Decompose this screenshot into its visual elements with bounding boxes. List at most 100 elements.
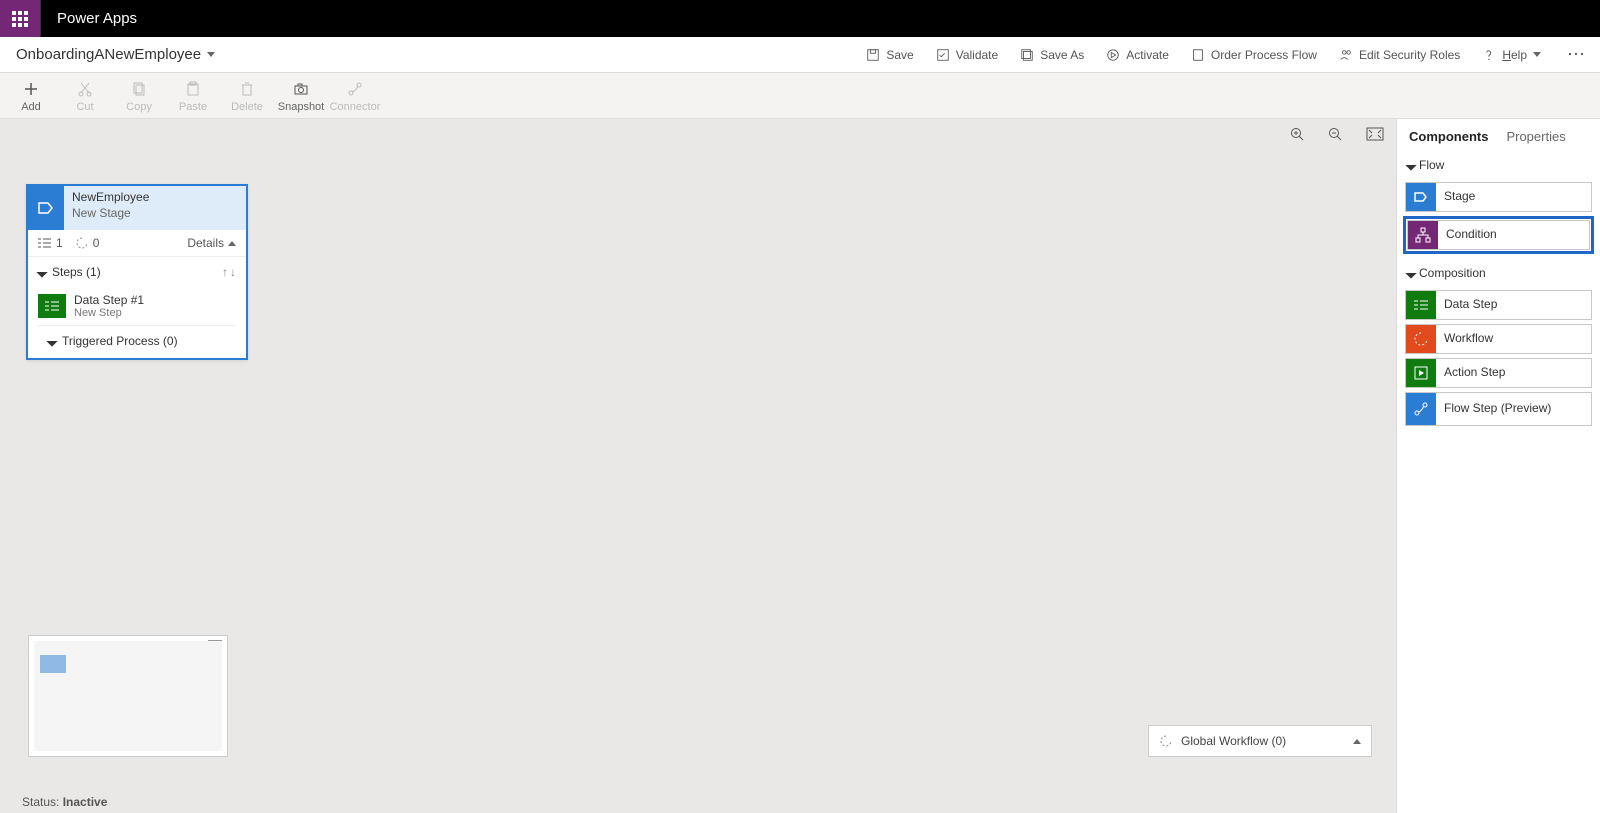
waffle-icon: [12, 11, 28, 27]
stage-icon: [1406, 183, 1436, 211]
component-data-step[interactable]: Data Step: [1405, 290, 1592, 320]
chevron-up-icon: [1353, 739, 1361, 744]
stage-icon: [28, 186, 64, 230]
global-workflow-bar[interactable]: Global Workflow (0): [1148, 725, 1372, 757]
triangle-icon: [36, 266, 47, 277]
group-flow-header[interactable]: Flow: [1405, 152, 1592, 178]
help-button[interactable]: Help: [1482, 48, 1541, 62]
delete-button[interactable]: Delete: [220, 79, 274, 113]
canvas-controls: [1290, 127, 1384, 146]
move-down-icon[interactable]: ↓: [230, 265, 236, 279]
more-button[interactable]: ⋯: [1563, 44, 1590, 65]
component-stage-label: Stage: [1436, 190, 1483, 204]
workflow-icon: [1406, 325, 1436, 353]
save-button[interactable]: Save: [866, 48, 913, 62]
component-workflow-label: Workflow: [1436, 332, 1501, 346]
app-launcher-button[interactable]: [0, 0, 40, 37]
step-sub: New Step: [74, 307, 144, 319]
main-area: NewEmployee New Stage 1 0 Details: [0, 119, 1600, 813]
status-bar: Status: Inactive: [22, 795, 107, 809]
side-tabs: Components Properties: [1397, 119, 1600, 152]
group-flow-label: Flow: [1419, 158, 1444, 172]
stage-entity: NewEmployee: [72, 190, 149, 206]
stage-name: New Stage: [72, 206, 149, 222]
delete-label: Delete: [220, 101, 274, 113]
component-data-step-label: Data Step: [1436, 298, 1505, 312]
flow-name-dropdown[interactable]: OnboardingANewEmployee: [16, 46, 215, 63]
triggered-label: Triggered Process (0): [62, 334, 178, 348]
copy-icon: [131, 81, 147, 97]
save-as-icon: [1020, 48, 1034, 62]
order-icon: [1191, 48, 1205, 62]
cut-button[interactable]: Cut: [58, 79, 112, 113]
help-label: Help: [1502, 48, 1527, 62]
save-icon: [866, 48, 880, 62]
group-composition-label: Composition: [1419, 266, 1486, 280]
tab-properties[interactable]: Properties: [1506, 129, 1565, 144]
side-body: Flow Stage Condition Composition Data St…: [1397, 152, 1600, 430]
refresh-icon: [1159, 734, 1173, 748]
component-workflow[interactable]: Workflow: [1405, 324, 1592, 354]
paste-icon: [185, 81, 201, 97]
group-composition-header[interactable]: Composition: [1405, 260, 1592, 286]
zoom-out-button[interactable]: [1328, 127, 1344, 146]
component-condition[interactable]: Condition: [1407, 220, 1590, 250]
chevron-down-icon: [1533, 52, 1541, 57]
chevron-down-icon: [207, 52, 215, 57]
step-item[interactable]: Data Step #1 New Step: [28, 287, 246, 325]
refresh-icon: [75, 236, 89, 250]
edit-security-button[interactable]: Edit Security Roles: [1339, 48, 1460, 62]
paste-button[interactable]: Paste: [166, 79, 220, 113]
triangle-icon: [46, 335, 57, 346]
zoom-in-button[interactable]: [1290, 127, 1306, 146]
copy-button[interactable]: Copy: [112, 79, 166, 113]
edit-toolbar: Add Cut Copy Paste Delete Snapshot Conne…: [0, 73, 1600, 119]
side-panel: Components Properties Flow Stage Conditi…: [1396, 119, 1600, 813]
data-step-icon: [38, 294, 66, 318]
help-icon: [1482, 48, 1496, 62]
security-label: Edit Security Roles: [1359, 48, 1460, 62]
data-step-icon: [1406, 291, 1436, 319]
details-toggle[interactable]: Details: [187, 236, 236, 250]
component-condition-selected: Condition: [1403, 216, 1594, 254]
fit-icon: [1366, 127, 1384, 141]
canvas[interactable]: NewEmployee New Stage 1 0 Details: [0, 119, 1396, 813]
minimap[interactable]: [28, 635, 228, 757]
connector-label: Connector: [328, 101, 382, 113]
component-flow-step-label: Flow Step (Preview): [1436, 402, 1559, 416]
flow-step-icon: [1406, 393, 1436, 425]
condition-icon: [1408, 221, 1438, 249]
activate-button[interactable]: Activate: [1106, 48, 1169, 62]
add-button[interactable]: Add: [4, 79, 58, 113]
fit-screen-button[interactable]: [1366, 127, 1384, 146]
titlebar: Power Apps: [0, 0, 1600, 37]
stage-card[interactable]: NewEmployee New Stage 1 0 Details: [26, 184, 248, 360]
steps-section-header[interactable]: Steps (1) ↑ ↓: [28, 257, 246, 287]
camera-icon: [293, 81, 309, 97]
snapshot-label: Snapshot: [274, 101, 328, 113]
order-process-flow-button[interactable]: Order Process Flow: [1191, 48, 1317, 62]
copy-label: Copy: [112, 101, 166, 113]
status-label: Status:: [22, 795, 59, 809]
stage-header[interactable]: NewEmployee New Stage: [28, 186, 246, 230]
validate-icon: [936, 48, 950, 62]
component-stage[interactable]: Stage: [1405, 182, 1592, 212]
triggered-process-header[interactable]: Triggered Process (0): [38, 325, 236, 356]
component-flow-step[interactable]: Flow Step (Preview): [1405, 392, 1592, 426]
component-condition-label: Condition: [1438, 228, 1505, 242]
tab-components[interactable]: Components: [1409, 129, 1488, 144]
snapshot-button[interactable]: Snapshot: [274, 79, 328, 113]
global-workflow-label: Global Workflow (0): [1181, 734, 1286, 748]
connector-button[interactable]: Connector: [328, 79, 382, 113]
move-up-icon[interactable]: ↑: [222, 265, 228, 279]
zoom-out-icon: [1328, 127, 1344, 143]
paste-label: Paste: [166, 101, 220, 113]
steps-header-label: Steps (1): [52, 265, 101, 279]
validate-button[interactable]: Validate: [936, 48, 998, 62]
delete-icon: [239, 81, 255, 97]
component-action-step[interactable]: Action Step: [1405, 358, 1592, 388]
order-label: Order Process Flow: [1211, 48, 1317, 62]
app-title: Power Apps: [41, 0, 153, 37]
cut-label: Cut: [58, 101, 112, 113]
save-as-button[interactable]: Save As: [1020, 48, 1084, 62]
